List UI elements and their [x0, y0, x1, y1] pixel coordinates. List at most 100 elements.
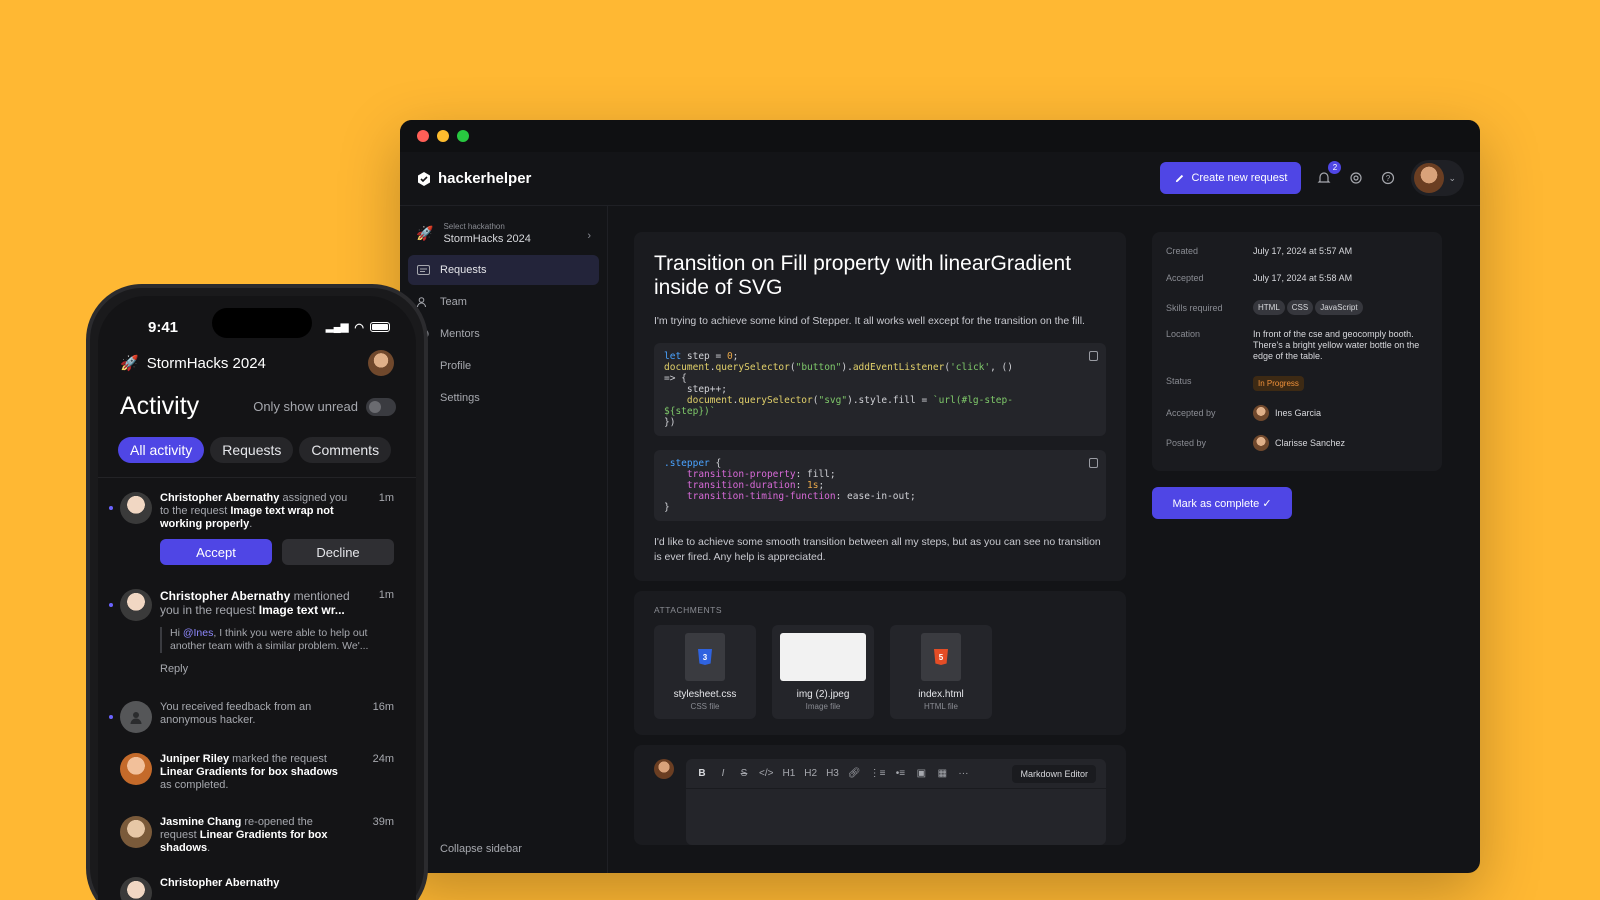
html-file-icon: 5: [921, 633, 961, 681]
attachment-type: HTML file: [924, 702, 958, 711]
timestamp: 1m: [378, 589, 394, 601]
request-intro: I'm trying to achieve some kind of Stepp…: [654, 315, 1085, 327]
heading2-button[interactable]: H2: [804, 768, 817, 779]
decline-button[interactable]: Decline: [282, 539, 394, 565]
page-title: Activity: [120, 392, 200, 420]
tab-all-activity[interactable]: All activity: [118, 437, 205, 463]
more-button[interactable]: ···: [957, 768, 969, 779]
strikethrough-button[interactable]: S: [738, 768, 750, 779]
mark-complete-button[interactable]: Mark as complete ✓: [1152, 487, 1292, 519]
attachment-type: CSS file: [690, 702, 720, 711]
editor-toolbar: B I S </> H1 H2 H3 🔗︎ ⋮≡ •≡ ▣ ▦ ··· Mark…: [686, 759, 1106, 789]
attachment-css[interactable]: 3 stylesheet.css CSS file: [654, 625, 756, 719]
settings-button[interactable]: [1347, 169, 1365, 187]
sidebar-item-requests[interactable]: Requests: [408, 255, 599, 285]
sidebar-item-mentors[interactable]: Mentors: [408, 319, 599, 349]
attachment-html[interactable]: 5 index.html HTML file: [890, 625, 992, 719]
list-item[interactable]: You received feedback from an anonymous …: [98, 683, 416, 735]
unread-toggle[interactable]: [366, 397, 396, 416]
brand-logo[interactable]: hackerhelper: [416, 170, 531, 187]
request-link[interactable]: Image text wr...: [259, 603, 345, 617]
wifi-icon: ◠: [354, 321, 364, 334]
code-button[interactable]: </>: [759, 768, 773, 779]
activity-suffix: as completed.: [160, 779, 229, 791]
link-icon[interactable]: 🔗︎: [848, 768, 861, 779]
created-value: July 17, 2024 at 5:57 AM: [1253, 246, 1353, 256]
help-icon: ?: [1382, 171, 1395, 185]
timestamp: 24m: [372, 753, 394, 765]
list-item[interactable]: Jasmine Chang re-opened the request Line…: [98, 800, 416, 863]
comment-quote: Hi @Ines, I think you were able to help …: [160, 627, 394, 653]
chevron-down-icon: ⌄: [1448, 172, 1456, 183]
status-label: Status: [1166, 376, 1192, 386]
activity-verb: marked the request: [229, 753, 327, 765]
actor-name: Christopher Abernathy: [160, 589, 291, 603]
sidebar-item-team[interactable]: Team: [408, 287, 599, 317]
signal-icon: ▂▄▆: [325, 321, 349, 333]
unordered-list-icon[interactable]: •≡: [894, 768, 906, 779]
request-link[interactable]: Linear Gradients for box shadows: [160, 766, 338, 778]
hackathon-selector[interactable]: 🚀 Select hackathon StormHacks 2024 ›: [408, 216, 599, 255]
copy-icon[interactable]: [1089, 458, 1098, 468]
mention[interactable]: @Ines: [183, 627, 214, 639]
avatar: [120, 816, 152, 848]
brand-name: hackerhelper: [438, 170, 532, 187]
heading1-button[interactable]: H1: [782, 768, 795, 779]
avatar: [654, 759, 674, 779]
collapse-sidebar-button[interactable]: Collapse sidebar: [440, 843, 522, 855]
phone-screen: 9:41 ▂▄▆ ◠ 🚀 StormHacks 2024 Activity On…: [98, 296, 416, 900]
table-icon[interactable]: ▦: [936, 768, 948, 779]
hackathon-label: Select hackathon: [443, 222, 505, 231]
unread-toggle-label: Only show unread: [253, 399, 358, 414]
activity-suffix: .: [249, 518, 253, 530]
attachment-type: Image file: [805, 702, 841, 711]
bold-button[interactable]: B: [696, 768, 708, 779]
reply-button[interactable]: Reply: [160, 663, 394, 675]
heading3-button[interactable]: H3: [826, 768, 839, 779]
logo-icon: [418, 171, 430, 186]
image-icon[interactable]: ▣: [915, 768, 927, 779]
create-request-label: Create new request: [1191, 172, 1288, 184]
create-request-button[interactable]: Create new request: [1160, 162, 1302, 194]
dynamic-island: [212, 308, 312, 338]
mark-complete-label: Mark as complete: [1172, 497, 1260, 510]
top-bar: hackerhelper Create new request 2 ? ⌄: [400, 152, 1480, 206]
tab-requests[interactable]: Requests: [210, 437, 294, 463]
svg-text:?: ?: [1386, 174, 1391, 183]
quote-start: Hi: [170, 627, 183, 639]
notifications-button[interactable]: 2: [1315, 161, 1342, 187]
accept-button[interactable]: Accept: [160, 539, 272, 565]
attachment-image[interactable]: img (2).jpeg Image file: [772, 625, 874, 719]
list-item[interactable]: Christopher Abernathy mentioned you in t…: [98, 573, 416, 683]
status-badge: In Progress: [1253, 376, 1304, 391]
avatar[interactable]: [368, 350, 394, 376]
minimize-window-button[interactable]: [437, 130, 449, 142]
user-menu[interactable]: ⌄: [1411, 160, 1464, 196]
sidebar: 🚀 Select hackathon StormHacks 2024 › Req…: [400, 206, 608, 873]
list-item[interactable]: Christopher Abernathy assigned you to th…: [98, 478, 416, 573]
sidebar-item-label: Requests: [440, 264, 487, 276]
svg-text:3: 3: [703, 653, 708, 662]
tab-comments[interactable]: Comments: [299, 437, 392, 463]
copy-icon[interactable]: [1089, 351, 1098, 361]
close-window-button[interactable]: [417, 130, 429, 142]
anonymous-avatar-icon: [120, 701, 152, 733]
list-item[interactable]: Christopher Abernathy: [98, 863, 416, 900]
sidebar-item-settings[interactable]: Settings: [408, 383, 599, 413]
accepted-value: July 17, 2024 at 5:58 AM: [1253, 273, 1353, 283]
comment-editor[interactable]: B I S </> H1 H2 H3 🔗︎ ⋮≡ •≡ ▣ ▦ ··· Mark…: [686, 759, 1106, 845]
created-label: Created: [1166, 246, 1199, 256]
ordered-list-icon[interactable]: ⋮≡: [870, 768, 886, 779]
attachments-card: ATTACHMENTS 3 stylesheet.css CSS file im…: [634, 591, 1126, 735]
list-item[interactable]: Juniper Riley marked the request Linear …: [98, 735, 416, 800]
hackathon-title[interactable]: StormHacks 2024: [147, 355, 266, 372]
help-button[interactable]: ?: [1379, 169, 1397, 187]
italic-button[interactable]: I: [717, 768, 729, 779]
markdown-editor-button[interactable]: Markdown Editor: [1012, 764, 1096, 783]
avatar: [120, 589, 152, 621]
sidebar-item-profile[interactable]: Profile: [408, 351, 599, 381]
maximize-window-button[interactable]: [457, 130, 469, 142]
attachments-label: ATTACHMENTS: [654, 605, 722, 615]
sidebar-item-label: Settings: [440, 392, 480, 404]
phone-frame: 9:41 ▂▄▆ ◠ 🚀 StormHacks 2024 Activity On…: [86, 284, 428, 900]
